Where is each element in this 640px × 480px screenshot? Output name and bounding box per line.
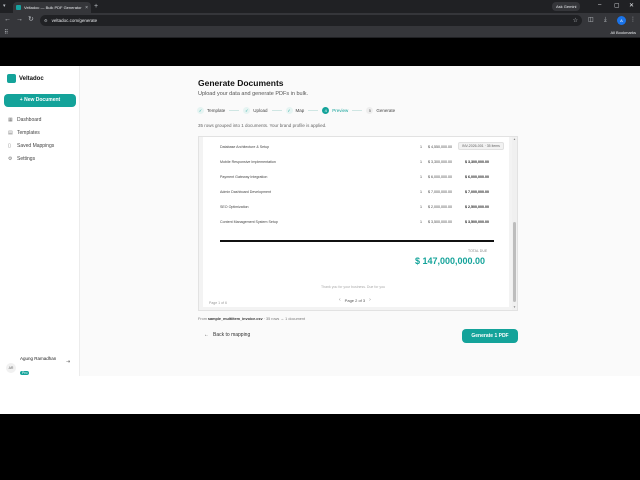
main-content: Generate Documents Upload your data and …: [80, 66, 640, 376]
source-info: From sample_multiitem_invoice.csv · 35 r…: [198, 317, 306, 321]
step-map[interactable]: ✓ Map: [285, 107, 323, 114]
new-tab-button[interactable]: +: [94, 2, 98, 11]
brand-logo[interactable]: Veltadoc: [7, 74, 44, 83]
step-connector: [352, 110, 363, 111]
scrollbar-thumb[interactable]: [513, 222, 516, 302]
minimize-icon[interactable]: –: [598, 2, 601, 8]
sidebar-item-templates[interactable]: ▤ Templates: [8, 130, 40, 136]
pdf-page-number: Page 1 of 6: [209, 301, 227, 305]
file-icon: ▤: [8, 130, 13, 136]
bookmark-icon: ▯: [8, 143, 11, 149]
reload-icon[interactable]: ↻: [28, 16, 34, 24]
close-window-icon[interactable]: ✕: [629, 2, 634, 9]
extensions-icon[interactable]: ◫: [588, 16, 594, 24]
browser-viewport: Veltadoc + New Document ▦ Dashboard ▤ Te…: [0, 66, 640, 414]
address-bar[interactable]: ⚙ veltadoc.com/generate ☆: [40, 15, 582, 26]
site-info-icon[interactable]: ⚙: [44, 18, 48, 23]
download-icon[interactable]: ⤓: [604, 16, 607, 24]
tab-close-icon[interactable]: ×: [85, 5, 88, 11]
total-label: TOTAL DUE: [468, 249, 488, 253]
browser-tab[interactable]: Veltadoc — Bulk PDF Generator ×: [13, 2, 91, 13]
invoice-row: Payment Gateway Integration 1 $ 6,000,00…: [220, 175, 489, 179]
back-to-mapping-button[interactable]: ← Back to mapping: [204, 332, 250, 338]
new-document-button[interactable]: + New Document: [4, 94, 76, 107]
step-generate[interactable]: 5 Generate: [366, 107, 395, 114]
step-template[interactable]: ✓ Template: [197, 107, 243, 114]
check-icon: ✓: [285, 107, 293, 114]
grouping-note: 35 rows grouped into 1 documents. Your b…: [198, 123, 327, 128]
invoice-row: Admin Dashboard Development 1 $ 7,000,00…: [220, 190, 489, 194]
logout-icon[interactable]: ⇥: [66, 359, 70, 365]
check-icon: ✓: [197, 107, 204, 114]
step-connector: [271, 110, 282, 111]
next-page-icon[interactable]: ›: [369, 297, 371, 303]
step-connector: [229, 110, 240, 111]
total-amount: $ 147,000,000.00: [415, 256, 486, 266]
total-divider: [220, 240, 494, 242]
prev-page-icon[interactable]: ‹: [339, 297, 341, 303]
footer-thanks: Thank you for your business. Due for you: [321, 285, 386, 289]
sidebar-item-saved-mappings[interactable]: ▯ Saved Mappings: [8, 143, 54, 149]
pdf-pager: ‹ Page 2 of 3 ›: [335, 297, 375, 303]
forward-icon[interactable]: →: [16, 16, 23, 24]
brand-name: Veltadoc: [19, 75, 44, 82]
tab-search-icon[interactable]: ▾: [3, 3, 6, 9]
invoice-row: SEO Optimization 1 $ 2,000,000.00 $ 2,50…: [220, 205, 489, 209]
user-profile[interactable]: AR Agung Ramadhan Pro ⇥: [6, 356, 70, 379]
step-number: 5: [366, 107, 374, 114]
tooltip: INV-2026-001 · 35 items: [458, 142, 504, 150]
stepper: ✓ Template ✓ Upload ✓ Map 4 Preview 5 Ge…: [197, 107, 395, 114]
logo-icon: [7, 74, 16, 83]
avatar: AR: [6, 362, 16, 373]
pdf-preview[interactable]: Database Architecture & Setup 1 $ 4,550,…: [198, 136, 518, 311]
sidebar-item-dashboard[interactable]: ▦ Dashboard: [8, 117, 41, 123]
bookmarks-bar: ⠿ All Bookmarks: [0, 28, 640, 38]
scroll-down-icon[interactable]: ▼: [512, 305, 517, 309]
ask-gemini-button[interactable]: Ask Gemini: [552, 2, 581, 11]
step-number: 4: [322, 107, 330, 114]
grid-icon: ▦: [8, 117, 13, 123]
plan-badge: Pro: [20, 371, 30, 375]
menu-icon[interactable]: ⋮: [630, 16, 636, 24]
page-title: Generate Documents: [198, 78, 284, 88]
source-file: sample_multiitem_invoice.csv: [207, 317, 263, 321]
invoice-page: Database Architecture & Setup 1 $ 4,550,…: [203, 137, 509, 307]
step-preview[interactable]: 4 Preview: [322, 107, 366, 114]
back-icon[interactable]: ←: [4, 16, 11, 24]
favicon-icon: [16, 5, 21, 10]
maximize-icon[interactable]: ▢: [614, 2, 620, 9]
check-icon: ✓: [243, 107, 251, 114]
all-bookmarks[interactable]: All Bookmarks: [610, 30, 636, 35]
browser-tabstrip: ▾ Veltadoc — Bulk PDF Generator × + Ask …: [0, 0, 640, 13]
browser-toolbar: ← → ↻ ⚙ veltadoc.com/generate ☆ ◫ ⤓ A ⋮: [0, 13, 640, 28]
generate-pdf-button[interactable]: Generate 1 PDF: [462, 329, 518, 343]
profile-avatar[interactable]: A: [617, 16, 626, 25]
sidebar-item-settings[interactable]: ⚙ Settings: [8, 156, 35, 162]
arrow-left-icon: ←: [204, 332, 209, 338]
preview-scrollbar[interactable]: ▲ ▼: [512, 137, 517, 310]
invoice-row: Content Management System Setup 1 $ 3,50…: [220, 220, 489, 224]
invoice-row: Mobile Responsive Implementation 1 $ 3,3…: [220, 160, 489, 164]
step-upload[interactable]: ✓ Upload: [243, 107, 285, 114]
step-connector: [308, 110, 319, 111]
invoice-row: Database Architecture & Setup 1 $ 4,550,…: [220, 145, 489, 149]
sidebar: Veltadoc + New Document ▦ Dashboard ▤ Te…: [0, 66, 80, 376]
gear-icon: ⚙: [8, 156, 13, 162]
scroll-up-icon[interactable]: ▲: [512, 137, 517, 141]
page-subtitle: Upload your data and generate PDFs in bu…: [198, 91, 309, 97]
user-name: Agung Ramadhan: [20, 356, 57, 361]
tab-title: Veltadoc — Bulk PDF Generator: [24, 5, 82, 10]
apps-icon[interactable]: ⠿: [4, 29, 8, 36]
url-text: veltadoc.com/generate: [51, 18, 98, 23]
bookmark-star-icon[interactable]: ☆: [573, 17, 578, 24]
pager-label: Page 2 of 3: [344, 297, 366, 303]
